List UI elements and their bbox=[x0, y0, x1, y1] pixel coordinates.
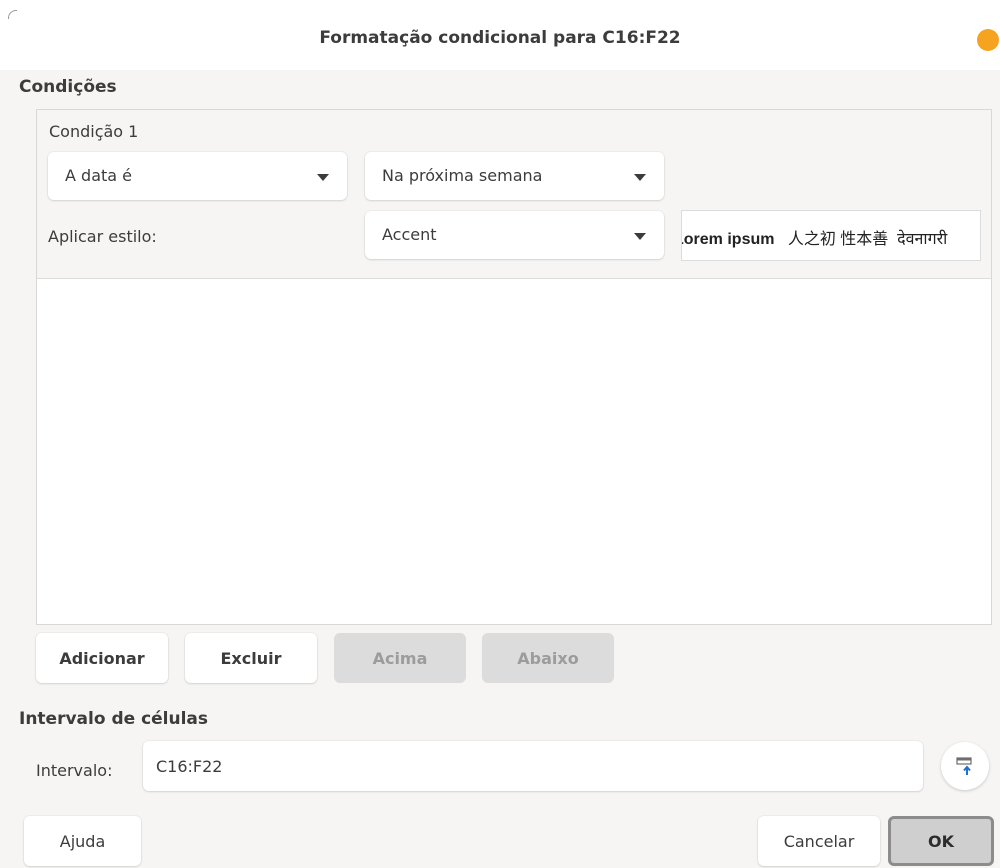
preview-latin: Lorem ipsum bbox=[681, 231, 775, 248]
range-input[interactable]: C16:F22 bbox=[143, 741, 923, 791]
conditions-heading: Condições bbox=[19, 77, 117, 97]
cancel-button[interactable]: Cancelar bbox=[758, 816, 880, 866]
add-condition-button[interactable]: Adicionar bbox=[36, 633, 168, 683]
date-condition-value: Na próxima semana bbox=[382, 166, 543, 185]
date-condition-dropdown[interactable]: Na próxima semana bbox=[365, 152, 664, 200]
dialog-content: Condições Condição 1 A data é Na próxima… bbox=[0, 70, 1000, 868]
style-value: Accent bbox=[382, 225, 437, 244]
condition-label: Condição 1 bbox=[49, 122, 139, 141]
help-button[interactable]: Ajuda bbox=[24, 816, 141, 866]
window-title: Formatação condicional para C16:F22 bbox=[319, 28, 681, 48]
move-up-button[interactable]: Acima bbox=[334, 633, 466, 683]
ok-button[interactable]: OK bbox=[888, 816, 994, 866]
style-preview: Lorem ipsum 人之初 性本善 देवनागरी bbox=[681, 210, 981, 261]
style-dropdown[interactable]: Accent bbox=[365, 211, 664, 259]
range-input-value: C16:F22 bbox=[156, 757, 223, 776]
preview-devanagari: देवनागरी bbox=[897, 231, 948, 248]
preview-cjk: 人之初 性本善 bbox=[787, 231, 889, 248]
shrink-dialog-button[interactable] bbox=[941, 742, 989, 790]
condition-type-dropdown[interactable]: A data é bbox=[48, 152, 347, 200]
condition-type-value: A data é bbox=[65, 166, 132, 185]
style-preview-text: Lorem ipsum 人之初 性本善 देवनागरी bbox=[681, 225, 948, 249]
chevron-down-icon bbox=[634, 233, 646, 240]
window-corner-mark bbox=[8, 10, 17, 19]
chevron-down-icon bbox=[634, 174, 646, 181]
shrink-icon bbox=[956, 757, 972, 775]
cell-range-heading: Intervalo de células bbox=[19, 709, 209, 729]
range-label: Intervalo: bbox=[36, 761, 113, 780]
conditions-list[interactable]: Condição 1 A data é Na próxima semana Ap… bbox=[36, 109, 992, 625]
move-down-button[interactable]: Abaixo bbox=[482, 633, 614, 683]
apply-style-label: Aplicar estilo: bbox=[48, 227, 157, 246]
close-window-button[interactable] bbox=[977, 29, 999, 51]
chevron-down-icon bbox=[317, 174, 329, 181]
title-bar: Formatação condicional para C16:F22 bbox=[0, 0, 1000, 70]
delete-condition-button[interactable]: Excluir bbox=[185, 633, 317, 683]
condition-entry: Condição 1 A data é Na próxima semana Ap… bbox=[37, 110, 991, 279]
